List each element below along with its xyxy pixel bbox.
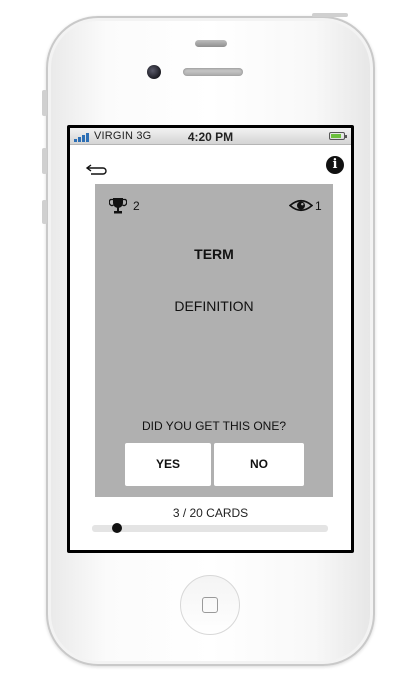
volume-down-button	[42, 148, 47, 174]
card-term: TERM	[194, 246, 234, 262]
front-camera	[147, 65, 161, 79]
answer-prompt: DID YOU GET THIS ONE?	[141, 419, 287, 433]
status-time: 4:20 PM	[187, 130, 234, 144]
back-arrow-icon[interactable]	[85, 162, 107, 178]
progress-knob[interactable]	[112, 523, 122, 533]
app-screen: VIRGIN 3G 4:20 PM i 2 1 TERM DEFINITION …	[70, 128, 351, 550]
power-button	[312, 13, 348, 17]
trophy-count: 2	[133, 199, 140, 213]
trophy-icon	[108, 197, 128, 215]
battery-level	[331, 134, 341, 138]
home-button[interactable]	[180, 575, 240, 635]
no-button[interactable]: NO	[214, 443, 304, 486]
view-count: 1	[315, 199, 322, 213]
screen: VIRGIN 3G 4:20 PM i 2 1 TERM DEFINITION …	[67, 125, 354, 553]
proximity-sensor	[195, 40, 227, 47]
info-icon[interactable]: i	[326, 156, 344, 174]
battery-icon	[329, 132, 347, 140]
progress-slider[interactable]	[92, 523, 328, 533]
status-bar: VIRGIN 3G 4:20 PM	[70, 128, 351, 145]
flashcard[interactable]: 2 1 TERM DEFINITION DID YOU GET THIS ONE…	[95, 184, 333, 497]
info-glyph: i	[332, 157, 338, 172]
card-definition: DEFINITION	[174, 298, 254, 314]
eye-icon	[288, 198, 314, 213]
home-square-icon	[202, 597, 218, 613]
mute-switch	[42, 200, 47, 224]
progress-label: 3 / 20 CARDS	[172, 506, 249, 520]
yes-button[interactable]: YES	[125, 443, 211, 486]
volume-up-button	[42, 90, 47, 116]
earpiece-speaker	[183, 68, 243, 76]
